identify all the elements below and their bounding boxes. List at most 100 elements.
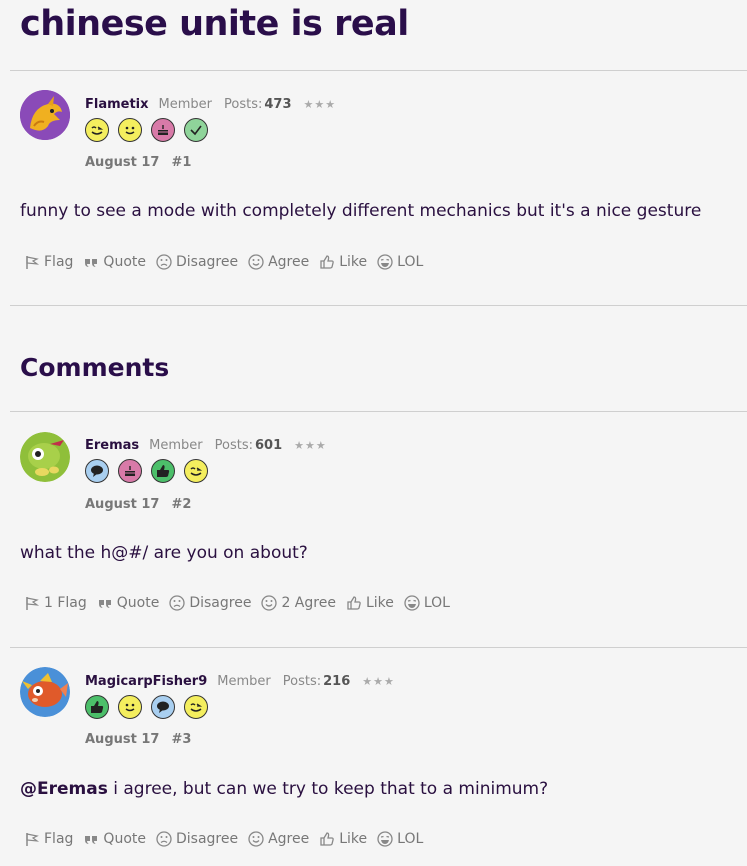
lol-button[interactable]: LOL: [377, 254, 423, 270]
laughing-face-icon: [377, 254, 393, 270]
flag-icon: [26, 597, 40, 610]
post-meta: August 17 #3: [85, 732, 191, 747]
smile-face-badge-icon[interactable]: [118, 118, 142, 142]
flag-button[interactable]: 1 Flag: [24, 595, 87, 611]
post-actions: Flag Quote Disagree Agree Like LOL: [24, 254, 423, 270]
flag-icon: [26, 256, 40, 269]
username[interactable]: Flametix: [85, 97, 149, 112]
badge-row: [85, 695, 208, 719]
agree-button[interactable]: Agree: [248, 254, 309, 270]
post-date[interactable]: August 17: [85, 497, 159, 512]
like-button[interactable]: Like: [319, 254, 367, 270]
like-button[interactable]: Like: [346, 595, 394, 611]
post-number[interactable]: #1: [171, 155, 191, 170]
post-date[interactable]: August 17: [85, 155, 159, 170]
quote-icon: [85, 259, 98, 267]
disagree-label: Disagree: [175, 254, 239, 270]
quote-icon: [98, 600, 111, 608]
post-meta: August 17 #2: [85, 497, 191, 512]
lol-label: LOL: [397, 831, 424, 847]
forum-thread-page: chinese unite is real Flametix Member Post…: [0, 0, 747, 866]
avatar[interactable]: [20, 90, 70, 140]
like-label: Like: [365, 595, 394, 611]
lol-button[interactable]: LOL: [377, 831, 423, 847]
badge-row: [85, 459, 208, 483]
posts-count: 216: [323, 674, 351, 689]
flag-button[interactable]: Flag: [24, 254, 73, 270]
post-number[interactable]: #2: [171, 497, 191, 512]
flag-label: 1 Flag: [44, 595, 87, 611]
agree-label: Agree: [268, 254, 310, 270]
disagree-button[interactable]: Disagree: [156, 831, 238, 847]
smile-face-icon: [248, 831, 264, 847]
agree-label: Agree: [268, 831, 310, 847]
rank-stars: ★★★: [294, 439, 327, 452]
cake-badge-icon[interactable]: [151, 118, 175, 142]
quote-button[interactable]: Quote: [97, 595, 160, 611]
agree-button[interactable]: Agree: [248, 831, 309, 847]
divider: [10, 647, 747, 648]
post-body: funny to see a mode with completely diff…: [20, 201, 702, 221]
laughing-face-icon: [377, 831, 393, 847]
quote-label: Quote: [103, 254, 146, 270]
rank-stars: ★★★: [303, 98, 337, 111]
flag-label: Flag: [44, 254, 74, 270]
lol-button[interactable]: LOL: [404, 595, 450, 611]
rank-stars: ★★★: [362, 675, 395, 688]
post-body: what the h@#/ are you on about?: [20, 543, 308, 563]
like-label: Like: [339, 254, 368, 270]
thumbs-up-badge-icon[interactable]: [85, 695, 109, 719]
quote-button[interactable]: Quote: [83, 831, 146, 847]
post-body-text: i agree, but can we try to keep that to …: [107, 779, 549, 799]
username[interactable]: MagicarpFisher9: [85, 674, 207, 689]
smile-face-badge-icon[interactable]: [118, 695, 142, 719]
user-role: Member: [158, 97, 213, 112]
avatar[interactable]: [20, 667, 70, 717]
post-meta: August 17 #1: [85, 155, 191, 170]
badge-row: [85, 118, 208, 142]
divider: [10, 411, 747, 412]
lol-label: LOL: [423, 595, 450, 611]
user-role: Member: [149, 438, 203, 453]
like-label: Like: [339, 831, 368, 847]
post-date[interactable]: August 17: [85, 732, 159, 747]
divider: [10, 70, 747, 71]
disagree-label: Disagree: [189, 595, 252, 611]
quote-label: Quote: [103, 831, 146, 847]
check-badge-icon[interactable]: [184, 118, 208, 142]
user-mention-link[interactable]: @Eremas: [20, 779, 108, 799]
avatar[interactable]: [20, 432, 70, 482]
quote-button[interactable]: Quote: [83, 254, 146, 270]
speech-bubble-badge-icon[interactable]: [85, 459, 109, 483]
post-number[interactable]: #3: [171, 732, 191, 747]
quote-label: Quote: [116, 595, 160, 611]
frown-face-icon: [156, 831, 172, 847]
cake-badge-icon[interactable]: [118, 459, 142, 483]
smile-face-icon: [248, 254, 264, 270]
thread-title: chinese unite is real: [20, 4, 409, 44]
post-body: @Eremas i agree, but can we try to keep …: [20, 779, 548, 799]
disagree-button[interactable]: Disagree: [156, 254, 238, 270]
flag-button[interactable]: Flag: [24, 831, 73, 847]
divider: [10, 305, 747, 306]
wink-face-badge-icon[interactable]: [184, 695, 208, 719]
posts-count: 601: [255, 438, 283, 453]
posts-label: Posts:: [224, 97, 263, 112]
post-actions: 1 Flag Quote Disagree 2 Agree Like LOL: [24, 595, 450, 611]
disagree-button[interactable]: Disagree: [169, 595, 251, 611]
username[interactable]: Eremas: [85, 438, 139, 453]
speech-bubble-badge-icon[interactable]: [151, 695, 175, 719]
user-role: Member: [217, 674, 271, 689]
wink-face-badge-icon[interactable]: [184, 459, 208, 483]
agree-button[interactable]: 2 Agree: [261, 595, 336, 611]
posts-label: Posts:: [282, 674, 322, 689]
frown-face-icon: [169, 595, 185, 611]
user-info: MagicarpFisher9 Member Posts: 216 ★★★: [85, 674, 395, 689]
thumbs-up-badge-icon[interactable]: [151, 459, 175, 483]
like-button[interactable]: Like: [319, 831, 367, 847]
comments-heading: Comments: [20, 353, 170, 382]
posts-label: Posts:: [214, 438, 254, 453]
wink-face-badge-icon[interactable]: [85, 118, 109, 142]
lol-label: LOL: [397, 254, 424, 270]
laughing-face-icon: [404, 595, 420, 611]
